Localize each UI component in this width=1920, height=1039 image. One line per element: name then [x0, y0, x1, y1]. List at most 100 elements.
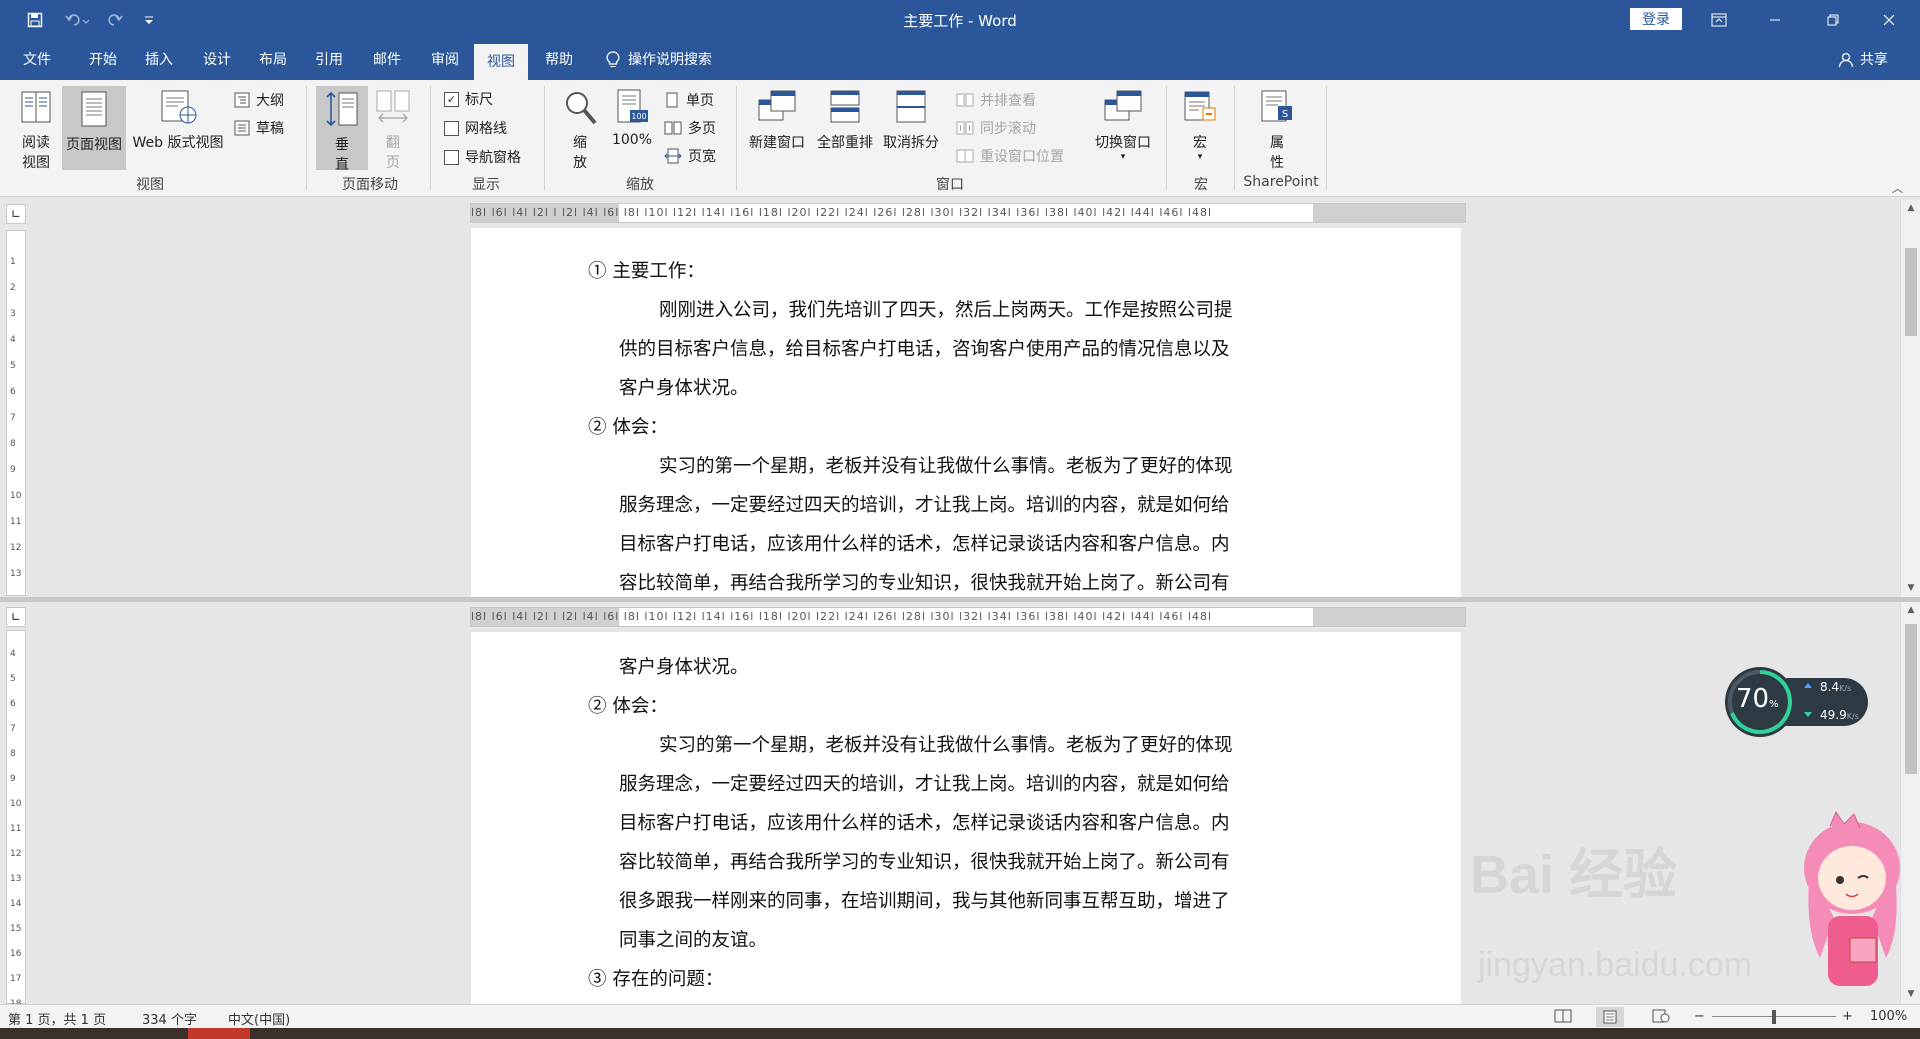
print-layout-status-icon[interactable]	[1596, 1007, 1624, 1027]
tab-review[interactable]: 审阅	[422, 40, 468, 80]
one-page-label: 单页	[686, 93, 714, 109]
tab-file[interactable]: 文件	[14, 40, 60, 80]
multiple-pages-button[interactable]: 多页	[664, 118, 716, 138]
remove-split-icon	[896, 90, 926, 123]
paragraph-line: 服务理念，一定要经过四天的培训，才让我上岗。培训的内容，就是如何给	[619, 774, 1230, 795]
paragraph-line: 目标客户打电话，应该用什么样的话术，怎样记录谈话内容和客户信息。内	[619, 534, 1230, 555]
scroll-up-icon[interactable]: ▲	[1901, 200, 1920, 216]
vertical-scrollbar-top[interactable]: ▲ ▼	[1900, 200, 1920, 597]
share-button[interactable]: 共享	[1838, 40, 1888, 80]
view-side-by-side-button[interactable]: 并排查看	[956, 90, 1036, 110]
close-icon[interactable]	[1866, 0, 1912, 40]
group-divider	[1234, 86, 1235, 190]
ruler-checkbox[interactable]: ✓ 标尺	[444, 89, 493, 109]
share-label: 共享	[1860, 52, 1888, 68]
tab-design[interactable]: 设计	[194, 40, 240, 80]
tab-view[interactable]: 视图	[474, 44, 528, 80]
reset-window-position-label: 重设窗口位置	[980, 149, 1064, 165]
scroll-thumb[interactable]	[1905, 624, 1917, 774]
web-layout-status-icon[interactable]	[1652, 1009, 1670, 1027]
scroll-down-icon[interactable]: ▼	[1901, 580, 1920, 596]
zoom-out-icon[interactable]: −	[1694, 1009, 1705, 1024]
group-divider	[306, 86, 307, 190]
collapse-ribbon-icon[interactable]: ︿	[1892, 180, 1903, 196]
document-page[interactable]: ① 主要工作： 刚刚进入公司，我们先培训了四天，然后上岗两天。工作是按照公司提 …	[471, 228, 1461, 597]
page-count[interactable]: 第 1 页，共 1 页	[8, 1009, 106, 1028]
synchronous-scrolling-button[interactable]: 同步滚动	[956, 118, 1036, 138]
vertical-label-2: 直	[335, 157, 349, 173]
network-monitor-widget[interactable]: 70% 8.4K/s 49.9K/s	[1724, 666, 1870, 738]
scroll-up-icon[interactable]: ▲	[1901, 602, 1920, 618]
horizontal-ruler-ticks: l8l l6l l4l l2l l l2l l4l l6l l8l l10l l…	[471, 206, 1213, 219]
tab-selector[interactable]: ∟	[6, 204, 26, 224]
read-mode-label-2: 视图	[22, 155, 50, 171]
remove-split-button[interactable]: 取消拆分	[878, 88, 944, 152]
outline-button[interactable]: 大纲	[234, 90, 284, 110]
split-bar[interactable]	[0, 597, 1920, 602]
ribbon-tabs: 文件 开始 插入 设计 布局 引用 邮件 审阅 视图 帮助 操作说明搜索 共享	[0, 40, 1920, 80]
horizontal-ruler-bottom[interactable]: l8l l6l l4l l2l l l2l l4l l6l l8l l10l l…	[470, 607, 1466, 627]
document-body-bottom[interactable]: 客户身体状况。 ② 体会： 实习的第一个星期，老板并没有让我做什么事情。老板为了…	[588, 648, 1279, 999]
side-to-side-button[interactable]: 翻 页	[372, 88, 414, 172]
zoom-level[interactable]: 100%	[1870, 1009, 1907, 1024]
heading-experience: ② 体会：	[588, 696, 668, 717]
one-page-button[interactable]: 单页	[664, 90, 714, 110]
signin-button[interactable]: 登录	[1630, 8, 1682, 30]
arrange-all-button[interactable]: 全部重排	[812, 88, 878, 152]
watermark-url: jingyan.baidu.com	[1478, 946, 1753, 984]
taskbar-active-app[interactable]	[188, 1028, 250, 1039]
macros-button[interactable]: 宏 ▾	[1174, 88, 1226, 162]
document-body-top[interactable]: ① 主要工作： 刚刚进入公司，我们先培训了四天，然后上岗两天。工作是按照公司提 …	[588, 252, 1279, 597]
scroll-thumb[interactable]	[1905, 248, 1917, 336]
switch-windows-button[interactable]: 切换窗口 ▾	[1088, 88, 1158, 162]
draft-icon	[234, 120, 250, 136]
group-divider	[1326, 86, 1327, 190]
reset-window-position-button[interactable]: 重设窗口位置	[956, 146, 1064, 166]
paragraph-line: 实习的第一个星期，老板并没有让我做什么事情。老板为了更好的体现	[659, 456, 1233, 477]
switch-windows-chevron-icon: ▾	[1120, 152, 1126, 162]
read-mode-status-icon[interactable]	[1554, 1009, 1572, 1027]
tab-layout[interactable]: 布局	[250, 40, 296, 80]
language-indicator[interactable]: 中文(中国)	[228, 1009, 290, 1028]
page-width-button[interactable]: 页宽	[664, 146, 716, 166]
read-mode-button[interactable]: 阅读 视图	[12, 88, 60, 172]
properties-button[interactable]: S 属 性	[1252, 88, 1302, 172]
download-speed: 49.9K/s	[1820, 708, 1859, 722]
heading-main-work: ① 主要工作：	[588, 261, 705, 282]
reset-position-icon	[956, 149, 974, 163]
new-window-button[interactable]: 新建窗口	[744, 88, 810, 152]
zoom-100-button[interactable]: 100 100%	[608, 88, 656, 148]
ribbon-display-options-icon[interactable]	[1696, 0, 1742, 40]
print-layout-button[interactable]: 页面视图	[62, 86, 126, 170]
tab-selector-bottom[interactable]: ∟	[6, 607, 26, 627]
switch-windows-icon	[1104, 90, 1142, 121]
tab-help[interactable]: 帮助	[536, 40, 582, 80]
horizontal-ruler-ticks: l8l l6l l4l l2l l l2l l4l l6l l8l l10l l…	[471, 610, 1213, 623]
gridlines-checkbox[interactable]: 网格线	[444, 118, 507, 138]
tab-references[interactable]: 引用	[306, 40, 352, 80]
vertical-button[interactable]: 垂 直	[316, 86, 368, 173]
zoom-slider-thumb[interactable]	[1772, 1010, 1776, 1024]
synchronous-scrolling-label: 同步滚动	[980, 121, 1036, 137]
zoom-button[interactable]: 缩 放	[558, 88, 602, 172]
minimize-icon[interactable]	[1752, 0, 1798, 40]
gridlines-label: 网格线	[465, 121, 507, 137]
tab-mailings[interactable]: 邮件	[364, 40, 410, 80]
tell-me-search[interactable]: 操作说明搜索	[606, 40, 712, 80]
tab-insert[interactable]: 插入	[136, 40, 182, 80]
navigation-pane-checkbox[interactable]: 导航窗格	[444, 147, 521, 167]
word-count[interactable]: 334 个字	[142, 1009, 197, 1028]
navigation-pane-label: 导航窗格	[465, 150, 521, 166]
one-page-icon	[666, 92, 678, 108]
restore-icon[interactable]	[1810, 0, 1856, 40]
web-layout-button[interactable]: Web 版式视图	[128, 88, 228, 152]
document-pane-top[interactable]: ① 主要工作： 刚刚进入公司，我们先培训了四天，然后上岗两天。工作是按照公司提 …	[0, 228, 1896, 597]
horizontal-ruler-top[interactable]: l8l l6l l4l l2l l l2l l4l l6l l8l l10l l…	[470, 203, 1466, 223]
document-page[interactable]: 客户身体状况。 ② 体会： 实习的第一个星期，老板并没有让我做什么事情。老板为了…	[471, 632, 1461, 1004]
tab-home[interactable]: 开始	[80, 40, 126, 80]
zoom-in-icon[interactable]: +	[1842, 1009, 1853, 1024]
remove-split-label: 取消拆分	[883, 135, 939, 151]
ribbon: 阅读 视图 页面视图 Web 版式视图 大纲 草稿 视图 垂 直 翻 页 页面移…	[0, 80, 1920, 197]
paragraph-line: 服务理念，一定要经过四天的培训，才让我上岗。培训的内容，就是如何给	[619, 495, 1230, 516]
draft-button[interactable]: 草稿	[234, 118, 284, 138]
